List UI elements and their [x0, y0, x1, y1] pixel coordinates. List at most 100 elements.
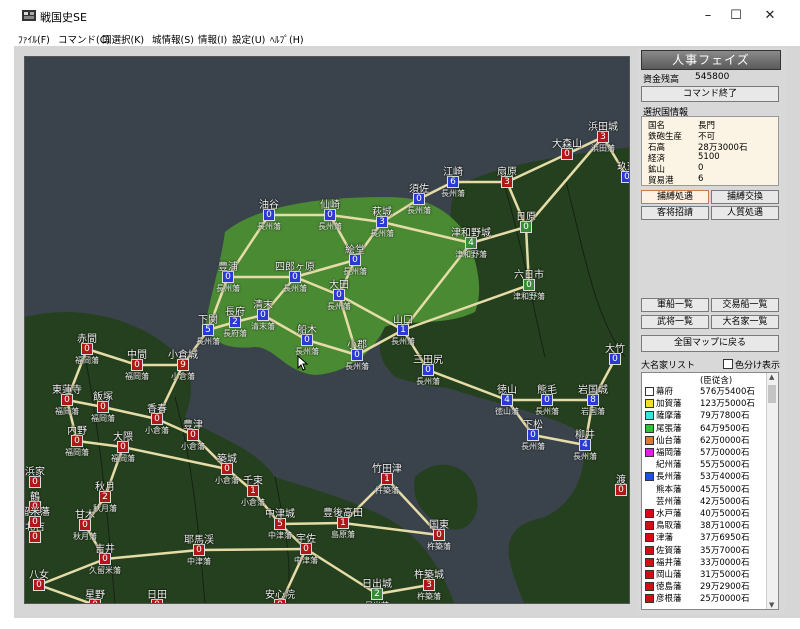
daimyo-row[interactable]: 津藩 37万6950石: [642, 531, 766, 543]
daimyo-koku: 64万9500石: [700, 423, 750, 434]
daimyo-color-swatch: [645, 533, 654, 543]
castle-name-56: 鶴: [30, 492, 40, 503]
daimyo-koku: 29万2900石: [700, 582, 750, 593]
daimyo-row[interactable]: 水戸藩 40万5000石: [642, 507, 766, 519]
daimyo-row[interactable]: 徳島藩 29万2900石: [642, 580, 766, 592]
menu-file[interactable]: ﾌｧｲﾙ(F): [18, 32, 50, 46]
maximize-button[interactable]: ☐: [718, 5, 754, 27]
prisoner-handling-button[interactable]: 捕縛処遇: [641, 190, 709, 204]
daimyo-color-swatch: [645, 472, 654, 482]
close-button[interactable]: ✕: [752, 5, 788, 27]
daimyo-list-label: 大名家リスト: [641, 361, 696, 371]
castle-name-35: 大隈: [113, 432, 133, 443]
daimyo-koku: 33万0000石: [700, 557, 750, 568]
scroll-up-icon[interactable]: ▲: [769, 373, 774, 381]
daimyo-row[interactable]: 熊本藩 45万5000石: [642, 483, 766, 495]
scroll-thumb[interactable]: [768, 385, 776, 403]
info-value-economy: 5100: [698, 152, 720, 162]
daimyo-row[interactable]: 鳥取藩 38万1000石: [642, 519, 766, 531]
list-scrollbar[interactable]: ▲ ▼: [766, 373, 778, 609]
daimyo-color-swatch: [645, 557, 654, 567]
daimyo-name: 鳥取藩: [656, 521, 682, 532]
daimyo-list[interactable]: (臣従含) 幕府 576万5400石 加賀藩 123万5000石 薩摩藩 79万7800石…: [641, 372, 779, 610]
trade-ship-list-button[interactable]: 交易船一覧: [711, 298, 779, 312]
end-command-button[interactable]: コマンド終了: [641, 86, 779, 102]
daimyo-color-swatch: [645, 594, 654, 604]
back-to-national-map-button[interactable]: 全国マップに戻る: [641, 335, 779, 352]
menu-bar: ﾌｧｲﾙ(F) コマンド(C) 国選択(K) 城情報(S) 情報(I) 設定(U…: [0, 30, 800, 46]
castle-name-13: 大田: [329, 280, 349, 291]
castle-domain-11: 津和野藩: [455, 250, 487, 259]
daimyo-koku: 40万5000石: [700, 509, 750, 519]
castle-domain-36: 小倉藩: [215, 476, 239, 485]
menu-castle-info[interactable]: 城情報(S): [152, 32, 194, 46]
daimyo-row[interactable]: 尾張藩 64万9500石: [642, 422, 766, 434]
castle-domain-26: 長州藩: [573, 452, 597, 461]
castle-name-59: 留米藩: [25, 507, 50, 518]
castle-name-46: 宇佐: [296, 534, 316, 545]
color-toggle-label: 色分け表示: [735, 361, 781, 371]
daimyo-row[interactable]: 福岡藩 57万0000石: [642, 446, 766, 458]
daimyo-name: 尾張藩: [656, 423, 682, 434]
warship-list-button[interactable]: 軍船一覧: [641, 298, 709, 312]
daimyo-color-swatch: [645, 521, 654, 531]
daimyo-color-swatch: [645, 387, 654, 396]
daimyo-name: 幕府: [656, 387, 674, 397]
castle-name-31: 飯塚: [93, 392, 113, 403]
daimyo-color-swatch: [645, 545, 654, 555]
daimyo-name: 徳島藩: [656, 582, 682, 593]
castle-name-42: 豊後高田: [323, 508, 363, 519]
castle-domain-2: 長州藩: [370, 229, 394, 238]
road-segment: [198, 547, 307, 552]
castle-name-3: 須佐: [409, 184, 429, 195]
menu-country-select[interactable]: 国選択(K): [102, 32, 144, 46]
castle-domain-39: 秋月藩: [93, 504, 117, 513]
daimyo-row[interactable]: 佐賀藩 35万7000石: [642, 544, 766, 556]
daimyo-list-button[interactable]: 大名家一覧: [711, 315, 779, 329]
castle-name-0: 油谷: [259, 200, 279, 211]
daimyo-row[interactable]: 仙台藩 62万0000石: [642, 434, 766, 446]
invite-guest-general-button[interactable]: 客将招請: [641, 206, 709, 220]
castle-name-21: 三田尻: [413, 355, 443, 366]
castle-domain-1: 長州藩: [318, 222, 342, 231]
daimyo-koku: 123万5000石: [700, 399, 755, 410]
castle-domain-40: 秋月藩: [73, 532, 97, 541]
castle-name-24: 岩国城: [578, 385, 608, 396]
color-toggle-checkbox[interactable]: [723, 359, 733, 369]
hostage-handling-button[interactable]: 人質処遇: [711, 206, 779, 220]
daimyo-row[interactable]: 芸州藩 42万5000石: [642, 495, 766, 507]
daimyo-row[interactable]: 薩摩藩 79万7800石: [642, 409, 766, 421]
daimyo-row[interactable]: 福井藩 33万0000石: [642, 556, 766, 568]
map-view[interactable]: 0 油谷 長州藩 0 仙崎 長州藩 3 萩城 長州藩 0 須佐 長州藩 6 江崎 長州藩 3 扇原 0 大森山 3 浜田…: [24, 56, 630, 604]
castle-name-23: 熊毛: [537, 385, 557, 396]
castle-name-41: 中津城: [265, 509, 295, 520]
castle-domain-47: 日出藩: [365, 600, 389, 603]
daimyo-color-swatch: [645, 399, 654, 409]
daimyo-row[interactable]: 幕府 576万5400石: [642, 385, 766, 397]
menu-info[interactable]: 情報(I): [198, 32, 227, 46]
daimyo-row[interactable]: 紀州藩 55万5000石: [642, 458, 766, 470]
daimyo-row[interactable]: 加賀藩 123万5000石: [642, 397, 766, 409]
castle-name-20: 山口: [393, 315, 413, 326]
daimyo-row[interactable]: 長州藩 53万4000石: [642, 470, 766, 482]
castle-name-4: 江崎: [443, 167, 463, 178]
castle-name-9: 四郎ヶ原: [275, 262, 315, 273]
daimyo-color-swatch: [645, 423, 654, 433]
castle-name-12: 日原: [516, 212, 536, 223]
castle-domain-14: 津和野藩: [513, 292, 545, 301]
prisoner-exchange-button[interactable]: 捕縛交換: [711, 190, 779, 204]
castle-name-8: 豊浦: [218, 262, 238, 273]
castle-name-36: 築城: [217, 454, 237, 465]
menu-help[interactable]: ﾍﾙﾌﾟ(H): [270, 32, 304, 46]
scroll-down-icon[interactable]: ▼: [769, 601, 774, 609]
castle-name-54: 玖珂: [617, 162, 629, 173]
daimyo-row[interactable]: 彦根藩 25万0000石: [642, 592, 766, 604]
menu-settings[interactable]: 設定(U): [232, 32, 265, 46]
general-list-button[interactable]: 武将一覧: [641, 315, 709, 329]
daimyo-color-swatch: [645, 570, 654, 579]
castle-name-25: 下松: [523, 420, 543, 431]
castle-domain-0: 長州藩: [257, 222, 281, 231]
castle-domain-30: 福岡藩: [55, 407, 79, 416]
daimyo-row[interactable]: 岡山藩 31万5000石: [642, 568, 766, 580]
daimyo-name: 芸州藩: [656, 496, 682, 507]
